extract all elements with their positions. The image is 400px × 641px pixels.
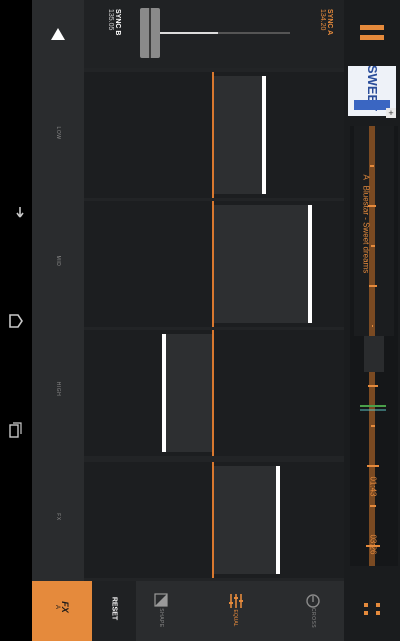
sync-strip: SYNC B 135.05 SYNC A 134.20	[84, 0, 344, 68]
pad-label-high: HIGH	[55, 381, 61, 397]
pad-mid[interactable]	[84, 201, 344, 327]
track-title: Bluestar - Sweet dreams	[361, 185, 371, 274]
waveform[interactable]	[350, 126, 398, 566]
fx-label: FX	[60, 601, 70, 613]
add-icon[interactable]: +	[386, 108, 396, 118]
equal-button[interactable]: EQUAL	[212, 581, 262, 641]
pad-mid-fill	[212, 205, 310, 323]
sync-b-block[interactable]: SYNC B 135.05	[91, 9, 121, 49]
equal-label: EQUAL	[232, 609, 238, 627]
pad-high-fill	[164, 334, 212, 452]
reset-button[interactable]: RESET	[92, 581, 136, 641]
fx-dashes	[86, 456, 138, 468]
fx-button[interactable]: FX A	[32, 581, 92, 641]
pad-high-center-marker	[212, 330, 214, 456]
pad-label-low: LOW	[55, 126, 61, 140]
sync-a-block[interactable]: SYNC A 134.20	[303, 9, 333, 49]
eject-icon[interactable]	[47, 24, 69, 46]
pad-mid-indicator	[308, 205, 312, 323]
track-title-row: A Bluestar - Sweet dreams	[362, 175, 371, 295]
cross-label: CROSS	[310, 607, 316, 629]
back-icon[interactable]	[6, 201, 26, 221]
pad-low[interactable]	[84, 72, 344, 198]
crossfader-handle[interactable]	[140, 8, 160, 58]
pad-fx-fill	[212, 466, 278, 574]
pad-fx-indicator	[276, 466, 280, 574]
total-time: 03:26	[368, 534, 378, 555]
pad-fx-center-marker	[212, 462, 214, 578]
deck-letter: A	[361, 174, 371, 180]
shape-label: SHAPE	[158, 608, 164, 628]
pad-mid-center-marker	[212, 201, 214, 327]
home-icon[interactable]	[6, 311, 26, 331]
pad-low-center-marker	[212, 72, 214, 198]
system-navigation-bar	[0, 0, 32, 641]
sync-b-bpm: 135.05	[107, 9, 114, 31]
pad-label-fx: FX	[55, 513, 61, 521]
sync-a-bpm: 134.20	[319, 9, 326, 31]
shape-button[interactable]: SHAPE	[138, 581, 188, 641]
recents-icon[interactable]	[6, 420, 26, 440]
sync-a-label: SYNC A	[326, 9, 333, 36]
cross-button[interactable]: CROSS	[288, 581, 338, 641]
bottom-toolbar: FX A RESET SHAPE EQUAL CROSS	[32, 581, 344, 641]
pause-icon[interactable]	[356, 22, 388, 44]
expand-icon[interactable]	[360, 600, 384, 618]
left-side-panel: LOW MID HIGH FX	[32, 0, 84, 641]
fx-sublabel: A	[54, 604, 60, 609]
deck-a-panel: SWEET + A Bluestar - Sweet dreams 01:43 …	[344, 0, 400, 641]
sync-b-label: SYNC B	[114, 9, 121, 36]
reset-label: RESET	[110, 596, 118, 621]
crossfader-track	[218, 32, 290, 34]
elapsed-time: 01:43	[368, 476, 378, 497]
pad-fx[interactable]	[84, 462, 344, 578]
pad-low-indicator	[262, 76, 266, 194]
pad-low-fill	[212, 76, 264, 194]
pad-high-indicator	[162, 334, 166, 452]
pad-high[interactable]	[84, 330, 344, 456]
pad-label-mid: MID	[55, 255, 61, 267]
crossfader-track-active	[160, 32, 218, 34]
